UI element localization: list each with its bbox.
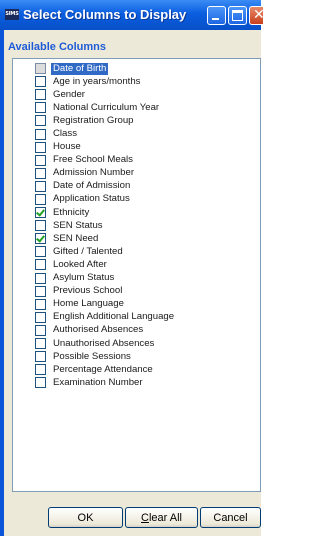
column-checkbox[interactable] <box>35 298 46 310</box>
column-label: Date of Birth <box>51 62 109 75</box>
column-label: House <box>53 141 81 153</box>
column-checkbox[interactable] <box>35 259 46 271</box>
column-label: SEN Need <box>53 232 99 244</box>
column-label: Unauthorised Absences <box>53 337 155 349</box>
column-label: National Curriculum Year <box>53 101 160 113</box>
checkmark-icon <box>36 207 45 217</box>
maximize-button[interactable] <box>228 6 247 25</box>
title-bar[interactable]: SIMS Select Columns to Display ✕ <box>0 0 265 30</box>
column-checkbox[interactable] <box>35 377 46 389</box>
column-list-item[interactable]: Free School Meals <box>14 154 260 167</box>
column-checkbox[interactable] <box>35 180 46 192</box>
column-checkbox[interactable] <box>35 63 46 75</box>
column-label: Home Language <box>53 298 124 310</box>
checkmark-icon <box>36 233 45 243</box>
window-title: Select Columns to Display <box>23 7 187 22</box>
column-list-item[interactable]: Home Language <box>14 298 260 311</box>
column-list-item[interactable]: Looked After <box>14 258 260 271</box>
column-checkbox[interactable] <box>35 89 46 101</box>
column-label: Possible Sessions <box>53 350 131 362</box>
minimize-icon <box>212 18 219 20</box>
column-list-item[interactable]: House <box>14 141 260 154</box>
column-list-item[interactable]: Date of Admission <box>14 180 260 193</box>
column-checkbox[interactable] <box>35 102 46 114</box>
column-label: Class <box>53 128 77 140</box>
column-list-item[interactable]: Class <box>14 127 260 140</box>
column-label: Application Status <box>53 193 130 205</box>
column-label: Percentage Attendance <box>53 363 153 375</box>
columns-checklist[interactable]: Date of Birth Age in years/months Gender Na… <box>12 58 261 492</box>
ok-button[interactable]: OK <box>48 507 123 528</box>
maximize-icon <box>232 10 243 21</box>
column-list-item[interactable]: Previous School <box>14 285 260 298</box>
column-label: Ethnicity <box>53 206 90 218</box>
column-label: Date of Admission <box>53 180 131 192</box>
column-checkbox[interactable] <box>35 207 46 219</box>
column-checkbox[interactable] <box>35 285 46 297</box>
select-columns-dialog: SIMS Select Columns to Display ✕ Availab… <box>0 0 265 536</box>
column-checkbox[interactable] <box>35 193 46 205</box>
column-checkbox[interactable] <box>35 364 46 376</box>
column-checkbox[interactable] <box>35 246 46 258</box>
column-list-item[interactable]: Unauthorised Absences <box>14 337 260 350</box>
column-list-item[interactable]: English Additional Language <box>14 311 260 324</box>
column-list-item[interactable]: Authorised Absences <box>14 324 260 337</box>
column-label: Age in years/months <box>53 75 141 87</box>
column-checkbox[interactable] <box>35 141 46 153</box>
column-label: Free School Meals <box>53 154 133 166</box>
column-checkbox[interactable] <box>35 167 46 179</box>
clear-all-button[interactable]: Clear All <box>125 507 198 528</box>
column-label: Authorised Absences <box>53 324 144 336</box>
column-label: SEN Status <box>53 219 103 231</box>
column-label: Admission Number <box>53 167 135 179</box>
dialog-client-area: Available Columns Date of Birth Age in ye… <box>4 30 261 536</box>
column-checkbox[interactable] <box>35 311 46 323</box>
column-list-item[interactable]: SEN Status <box>14 219 260 232</box>
sims-app-icon: SIMS <box>5 9 19 20</box>
column-checkbox[interactable] <box>35 338 46 350</box>
column-list-item[interactable]: Date of Birth <box>14 62 260 75</box>
column-list-item[interactable]: Age in years/months <box>14 75 260 88</box>
clear-all-label: lear All <box>148 511 182 524</box>
column-list-item[interactable]: Application Status <box>14 193 260 206</box>
column-list-item[interactable]: SEN Need <box>14 232 260 245</box>
column-checkbox[interactable] <box>35 272 46 284</box>
column-list-item[interactable]: Admission Number <box>14 167 260 180</box>
column-checkbox[interactable] <box>35 220 46 232</box>
column-checkbox[interactable] <box>35 233 46 245</box>
close-button[interactable]: ✕ <box>249 6 265 25</box>
column-label: Gifted / Talented <box>53 245 123 257</box>
column-label: Examination Number <box>53 376 143 388</box>
column-list-item[interactable]: Percentage Attendance <box>14 363 260 376</box>
group-label: Available Columns <box>8 41 107 53</box>
column-list-item[interactable]: Gifted / Talented <box>14 245 260 258</box>
clear-all-accelerator: C <box>141 511 149 524</box>
column-label: Previous School <box>53 285 123 297</box>
column-label: Registration Group <box>53 114 134 126</box>
column-list-item[interactable]: Registration Group <box>14 114 260 127</box>
close-icon: ✕ <box>253 7 265 23</box>
cancel-button[interactable]: Cancel <box>200 507 261 528</box>
column-list-item[interactable]: Possible Sessions <box>14 350 260 363</box>
minimize-button[interactable] <box>207 6 226 25</box>
column-checkbox[interactable] <box>35 128 46 140</box>
column-list-item[interactable]: Examination Number <box>14 376 260 389</box>
column-checkbox[interactable] <box>35 324 46 336</box>
column-checkbox[interactable] <box>35 115 46 127</box>
column-checkbox[interactable] <box>35 154 46 166</box>
column-label: Looked After <box>53 258 107 270</box>
column-list-item[interactable]: Asylum Status <box>14 272 260 285</box>
column-label: English Additional Language <box>53 311 175 323</box>
column-checkbox[interactable] <box>35 351 46 363</box>
button-bar: OK Clear All Cancel <box>4 498 261 536</box>
column-list-item[interactable]: National Curriculum Year <box>14 101 260 114</box>
column-list: Date of Birth Age in years/months Gender Na… <box>14 62 260 389</box>
column-label: Asylum Status <box>53 272 115 284</box>
column-list-item[interactable]: Gender <box>14 88 260 101</box>
column-label: Gender <box>53 88 85 100</box>
column-list-item[interactable]: Ethnicity <box>14 206 260 219</box>
column-checkbox[interactable] <box>35 76 46 88</box>
